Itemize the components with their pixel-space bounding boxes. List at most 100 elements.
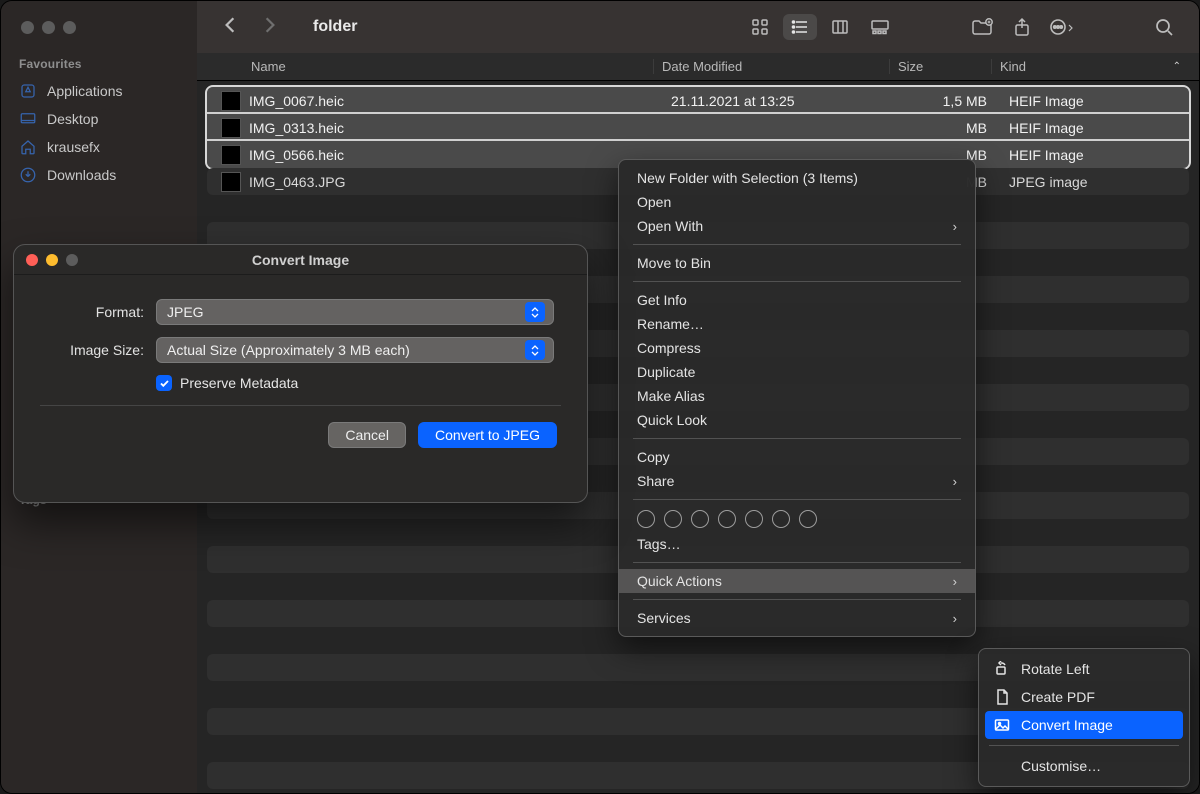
sheet-close-button[interactable] bbox=[26, 254, 38, 266]
file-row[interactable]: IMG_0313.heic MB HEIF Image bbox=[207, 114, 1189, 141]
zoom-button[interactable] bbox=[63, 21, 76, 34]
menu-copy[interactable]: Copy bbox=[619, 445, 975, 469]
tag-color-dot[interactable] bbox=[772, 510, 790, 528]
tag-color-dot[interactable] bbox=[637, 510, 655, 528]
column-view-button[interactable] bbox=[823, 14, 857, 40]
list-view-button[interactable] bbox=[783, 14, 817, 40]
file-thumbnail bbox=[221, 145, 241, 165]
folder-title: folder bbox=[313, 18, 357, 36]
view-mode-group bbox=[743, 14, 897, 40]
convert-image-sheet: Convert Image Format: JPEG Image Size: A… bbox=[13, 244, 588, 503]
menu-compress[interactable]: Compress bbox=[619, 336, 975, 360]
menu-tag-colors bbox=[619, 506, 975, 532]
menu-open[interactable]: Open bbox=[619, 190, 975, 214]
gallery-view-button[interactable] bbox=[863, 14, 897, 40]
close-button[interactable] bbox=[21, 21, 34, 34]
forward-button[interactable] bbox=[263, 16, 277, 38]
applications-icon bbox=[19, 82, 37, 100]
sidebar-item-label: Applications bbox=[47, 83, 123, 99]
submenu-customise[interactable]: Customise… bbox=[979, 752, 1189, 780]
file-thumbnail bbox=[221, 91, 241, 111]
format-select[interactable]: JPEG bbox=[156, 299, 554, 325]
document-icon bbox=[993, 688, 1011, 706]
tag-color-dot[interactable] bbox=[664, 510, 682, 528]
tag-color-dot[interactable] bbox=[745, 510, 763, 528]
sort-chevron-icon: ⌃ bbox=[1173, 61, 1181, 72]
sheet-titlebar: Convert Image bbox=[14, 245, 587, 275]
select-caret-icon bbox=[525, 302, 545, 322]
image-icon bbox=[993, 716, 1011, 734]
menu-make-alias[interactable]: Make Alias bbox=[619, 384, 975, 408]
menu-share[interactable]: Share› bbox=[619, 469, 975, 493]
sheet-separator bbox=[40, 405, 561, 406]
sidebar-item-applications[interactable]: Applications bbox=[1, 77, 197, 105]
sidebar-item-downloads[interactable]: Downloads bbox=[1, 161, 197, 189]
column-size[interactable]: Size bbox=[889, 59, 991, 74]
tag-color-dot[interactable] bbox=[691, 510, 709, 528]
menu-open-with[interactable]: Open With› bbox=[619, 214, 975, 238]
sidebar-item-label: Downloads bbox=[47, 167, 116, 183]
menu-tags[interactable]: Tags… bbox=[619, 532, 975, 556]
columns-header: Name Date Modified Size Kind ⌃ bbox=[197, 53, 1199, 81]
menu-new-folder-selection[interactable]: New Folder with Selection (3 Items) bbox=[619, 166, 975, 190]
column-name[interactable]: Name bbox=[197, 59, 653, 74]
tag-color-dot[interactable] bbox=[799, 510, 817, 528]
sheet-zoom-button[interactable] bbox=[66, 254, 78, 266]
desktop-icon bbox=[19, 110, 37, 128]
menu-separator bbox=[633, 438, 961, 439]
menu-services[interactable]: Services› bbox=[619, 606, 975, 630]
sidebar-item-desktop[interactable]: Desktop bbox=[1, 105, 197, 133]
menu-quick-look[interactable]: Quick Look bbox=[619, 408, 975, 432]
preserve-metadata-label: Preserve Metadata bbox=[180, 375, 298, 391]
submenu-convert-image[interactable]: Convert Image bbox=[985, 711, 1183, 739]
new-folder-button[interactable] bbox=[965, 14, 999, 40]
cancel-button[interactable]: Cancel bbox=[328, 422, 406, 448]
submenu-rotate-left[interactable]: Rotate Left bbox=[979, 655, 1189, 683]
menu-separator bbox=[633, 281, 961, 282]
back-button[interactable] bbox=[223, 16, 237, 38]
finder-titlebar bbox=[1, 1, 197, 53]
chevron-right-icon: › bbox=[953, 474, 957, 489]
menu-separator bbox=[633, 599, 961, 600]
menu-duplicate[interactable]: Duplicate bbox=[619, 360, 975, 384]
sheet-minimize-button[interactable] bbox=[46, 254, 58, 266]
submenu-create-pdf[interactable]: Create PDF bbox=[979, 683, 1189, 711]
sidebar-item-label: krausefx bbox=[47, 139, 100, 155]
chevron-right-icon: › bbox=[953, 574, 957, 589]
rotate-left-icon bbox=[993, 660, 1011, 678]
quick-actions-submenu: Rotate Left Create PDF Convert Image Cus… bbox=[978, 648, 1190, 787]
downloads-icon bbox=[19, 166, 37, 184]
menu-rename[interactable]: Rename… bbox=[619, 312, 975, 336]
selection-group: IMG_0067.heic 21.11.2021 at 13:25 1,5 MB… bbox=[207, 87, 1189, 168]
menu-move-to-bin[interactable]: Move to Bin bbox=[619, 251, 975, 275]
convert-button[interactable]: Convert to JPEG bbox=[418, 422, 557, 448]
image-size-label: Image Size: bbox=[40, 342, 156, 358]
context-menu: New Folder with Selection (3 Items) Open… bbox=[618, 159, 976, 637]
file-row[interactable]: IMG_0067.heic 21.11.2021 at 13:25 1,5 MB… bbox=[207, 87, 1189, 114]
share-button[interactable] bbox=[1005, 14, 1039, 40]
actions-button[interactable] bbox=[1045, 14, 1079, 40]
search-button[interactable] bbox=[1147, 14, 1181, 40]
finder-toolbar: folder bbox=[197, 1, 1199, 53]
column-date[interactable]: Date Modified bbox=[653, 59, 889, 74]
image-size-select[interactable]: Actual Size (Approximately 3 MB each) bbox=[156, 337, 554, 363]
select-caret-icon bbox=[525, 340, 545, 360]
icon-view-button[interactable] bbox=[743, 14, 777, 40]
column-kind[interactable]: Kind ⌃ bbox=[991, 59, 1199, 74]
menu-separator bbox=[633, 499, 961, 500]
sidebar-item-label: Desktop bbox=[47, 111, 98, 127]
home-icon bbox=[19, 138, 37, 156]
menu-quick-actions[interactable]: Quick Actions› bbox=[619, 569, 975, 593]
minimize-button[interactable] bbox=[42, 21, 55, 34]
preserve-metadata-checkbox[interactable] bbox=[156, 375, 172, 391]
format-label: Format: bbox=[40, 304, 156, 320]
sheet-title: Convert Image bbox=[252, 252, 349, 268]
sidebar-section-favourites: Favourites bbox=[1, 53, 197, 77]
file-thumbnail bbox=[221, 118, 241, 138]
chevron-right-icon: › bbox=[953, 611, 957, 626]
tag-color-dot[interactable] bbox=[718, 510, 736, 528]
file-thumbnail bbox=[221, 172, 241, 192]
menu-get-info[interactable]: Get Info bbox=[619, 288, 975, 312]
menu-separator bbox=[633, 244, 961, 245]
sidebar-item-home[interactable]: krausefx bbox=[1, 133, 197, 161]
